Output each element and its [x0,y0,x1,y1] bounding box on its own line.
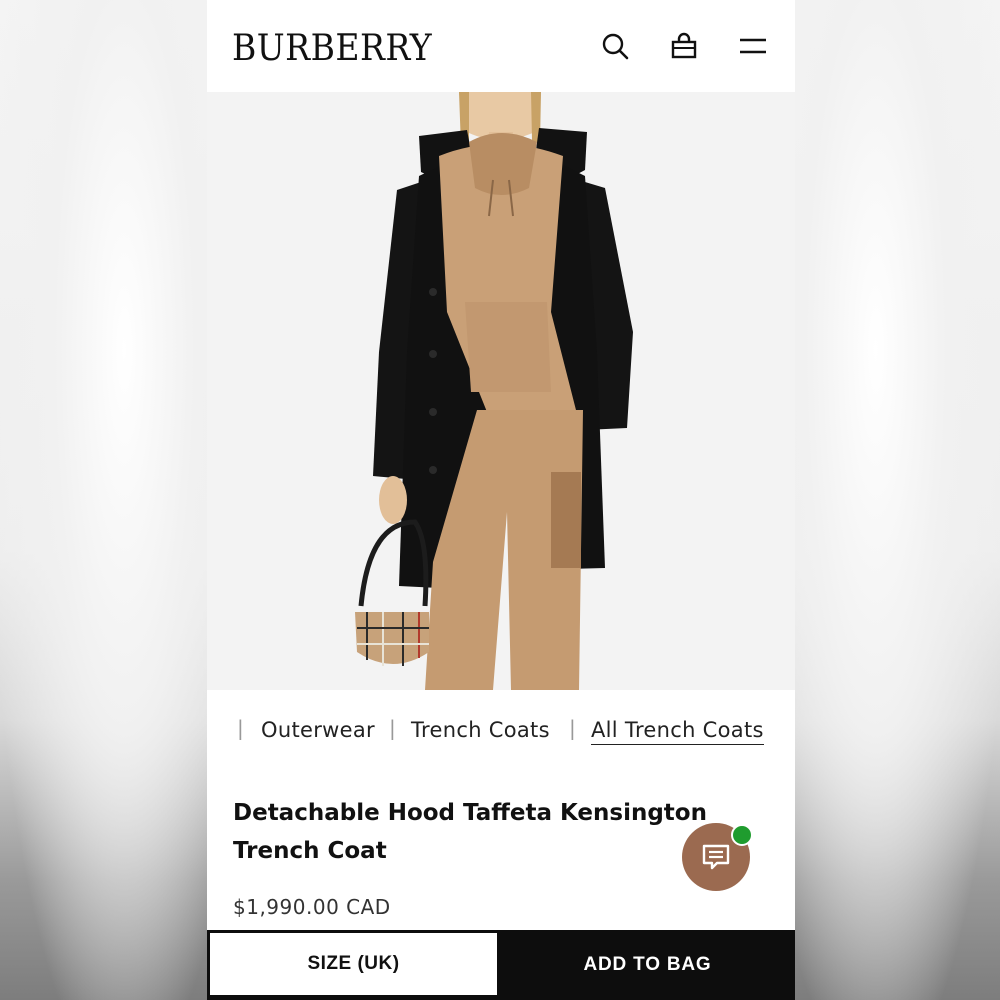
breadcrumb-item-outerwear[interactable]: Outerwear [261,718,375,742]
breadcrumb-separator: | [569,716,576,740]
add-to-bag-button[interactable]: ADD TO BAG [500,930,795,1000]
breadcrumb-separator: | [389,716,396,740]
breadcrumb-item-trench-coats[interactable]: Trench Coats [411,718,550,742]
product-title-line: Trench Coat [233,838,387,864]
product-image[interactable] [207,92,795,690]
search-icon[interactable] [599,30,631,62]
shopping-bag-icon[interactable] [668,30,700,62]
product-page: BURBERRY | Outerwear | Trench Coats | Al… [207,0,795,1000]
breadcrumb-separator: | [237,716,244,740]
action-bar: SIZE (UK) ADD TO BAG [207,930,795,1000]
backdrop-right [793,0,1000,1000]
product-title-line: Detachable Hood Taffeta Kensington [233,800,707,826]
menu-icon[interactable] [737,30,769,62]
breadcrumb: | Outerwear | Trench Coats | All Trench … [207,712,795,762]
site-header: BURBERRY [207,0,795,92]
backdrop-left [0,0,207,1000]
brand-logo[interactable]: BURBERRY [232,28,432,69]
product-title: Detachable Hood Taffeta Kensington Trenc… [233,794,713,870]
size-selector-button[interactable]: SIZE (UK) [210,933,497,995]
chat-icon [702,844,730,870]
breadcrumb-item-all-trench-coats[interactable]: All Trench Coats [591,718,764,745]
product-price: $1,990.00 CAD [233,895,391,919]
online-status-dot [731,824,753,846]
model-photo [207,92,795,690]
